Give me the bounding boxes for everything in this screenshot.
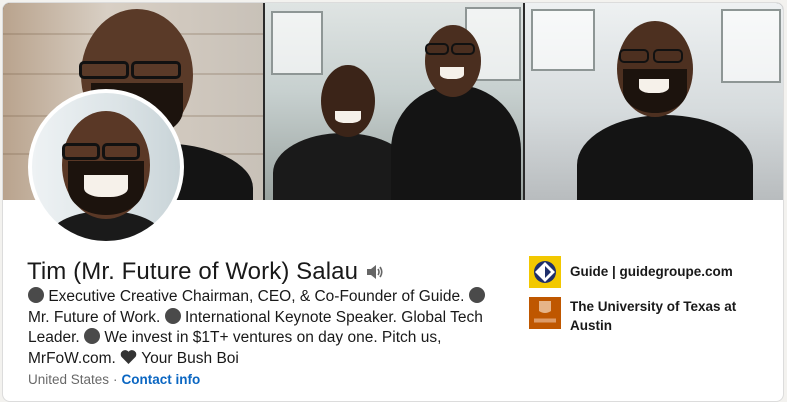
profile-name-row: Tim (Mr. Future of Work) Salau xyxy=(27,258,383,286)
separator: · xyxy=(113,372,118,387)
black-heart-icon xyxy=(120,349,137,364)
headline-segment: Your Bush Boi xyxy=(141,349,239,367)
texas-logo-icon xyxy=(529,297,561,329)
banner-photo-3 xyxy=(525,3,783,200)
black-circle-icon xyxy=(164,307,181,324)
location-row: United States · Contact info xyxy=(28,372,200,387)
headline-segment: Executive Creative Chairman, CEO, & Co-F… xyxy=(48,288,465,305)
profile-location: United States xyxy=(28,372,110,387)
black-circle-icon xyxy=(28,287,44,303)
name-pronunciation-icon[interactable] xyxy=(365,263,383,281)
banner-photo-2 xyxy=(264,3,524,200)
company-name: Guide | guidegroupe.com xyxy=(570,264,733,279)
profile-photo[interactable] xyxy=(28,89,184,245)
current-company-link[interactable]: Guide | guidegroupe.com xyxy=(529,256,779,288)
profile-name: Tim (Mr. Future of Work) Salau xyxy=(27,258,359,285)
black-circle-icon xyxy=(468,287,485,303)
school-name: The University of Texas at Austin xyxy=(570,299,737,333)
avatar xyxy=(32,93,180,241)
education-link[interactable]: The University of Texas at Austin xyxy=(529,297,779,335)
top-card-links: Guide | guidegroupe.com The University o… xyxy=(529,256,779,344)
profile-headline: Executive Creative Chairman, CEO, & Co-F… xyxy=(28,287,498,369)
headline-segment: Mr. Future of Work. xyxy=(28,308,161,326)
black-circle-icon xyxy=(84,328,101,344)
guide-logo-icon xyxy=(529,256,561,288)
profile-card: Tim (Mr. Future of Work) Salau Executive… xyxy=(2,2,784,402)
contact-info-link[interactable]: Contact info xyxy=(122,372,201,387)
